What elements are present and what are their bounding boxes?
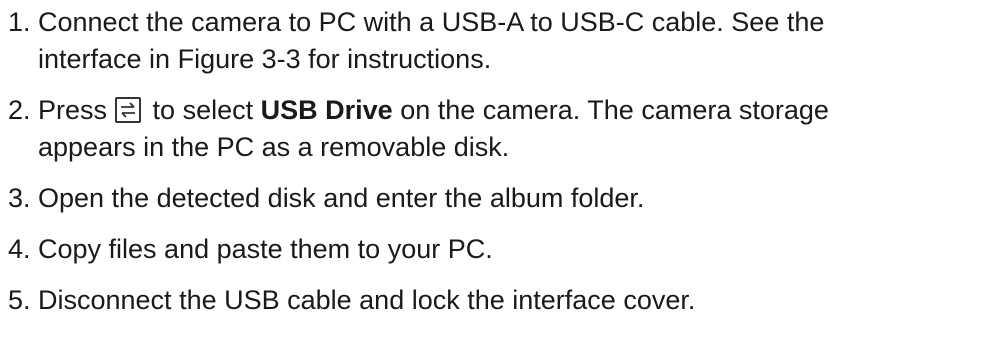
step-text-line: Open the detected disk and enter the alb…: [38, 183, 645, 213]
step-number: 4.: [8, 234, 31, 264]
step-number: 2.: [8, 95, 31, 125]
step-number: 3.: [8, 183, 31, 213]
step-3: 3. Open the detected disk and enter the …: [0, 180, 829, 217]
step-text-line: Press to select USB Drive on the camera.…: [38, 92, 829, 129]
usb-drive-term: USB Drive: [260, 95, 393, 125]
step-text-line: Copy files and paste them to your PC.: [38, 234, 493, 264]
step-text: on the camera. The camera storage: [400, 95, 829, 125]
step-number: 5.: [8, 285, 31, 315]
step-5: 5. Disconnect the USB cable and lock the…: [0, 282, 829, 319]
step-number: 1.: [8, 7, 31, 37]
step-4: 4. Copy files and paste them to your PC.: [0, 231, 829, 268]
step-text-line: Disconnect the USB cable and lock the in…: [38, 285, 696, 315]
step-text: Press: [38, 95, 108, 125]
steps-list: 1. Connect the camera to PC with a USB-A…: [0, 4, 829, 319]
step-text: to select: [152, 95, 254, 125]
step-2: 2. Press to select USB Drive on the came…: [0, 92, 829, 166]
step-text-line: Connect the camera to PC with a USB-A to…: [38, 7, 825, 37]
step-text-line: interface in Figure 3-3 for instructions…: [38, 44, 492, 74]
mode-switch-key-icon: [115, 97, 142, 123]
step-text-line: appears in the PC as a removable disk.: [38, 132, 510, 162]
step-1: 1. Connect the camera to PC with a USB-A…: [0, 4, 829, 78]
